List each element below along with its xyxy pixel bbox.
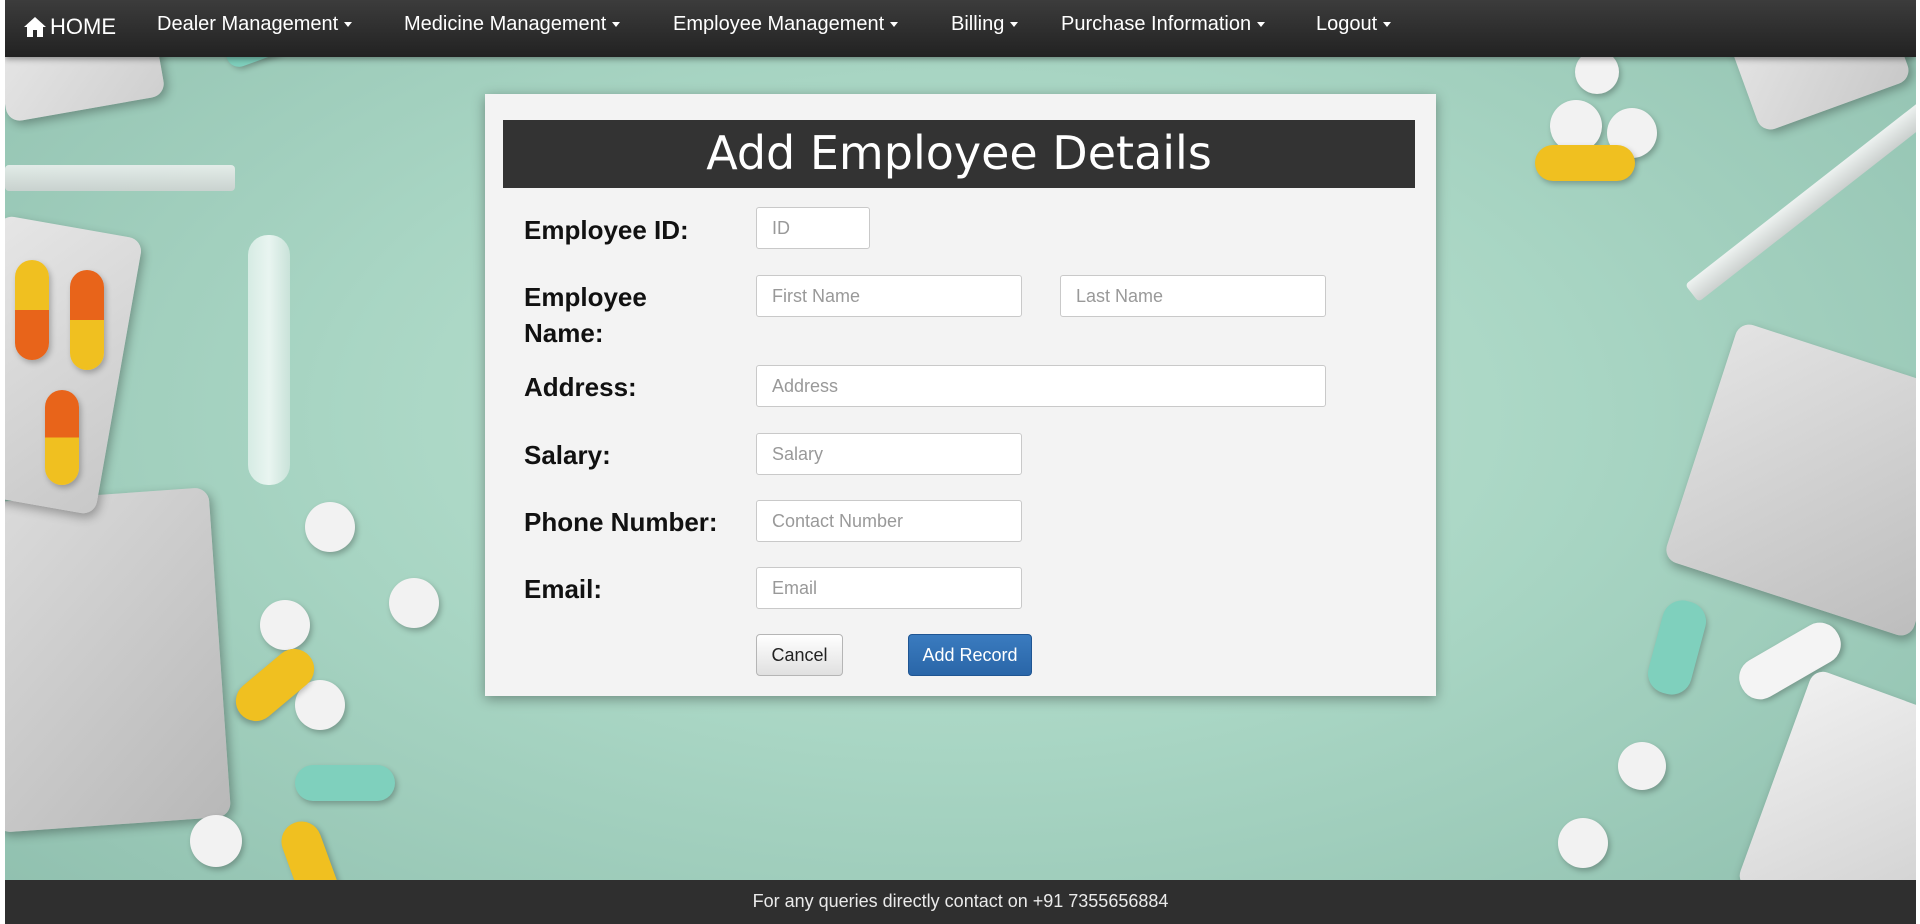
nav-logout[interactable]: Logout	[1316, 13, 1392, 36]
pill-image	[190, 815, 242, 867]
last-name-input[interactable]	[1060, 275, 1326, 317]
nav-medicine-management[interactable]: Medicine Management	[404, 13, 621, 36]
home-icon	[24, 17, 46, 37]
caret-down-icon	[1010, 22, 1019, 27]
blister-pack-image	[1662, 320, 1916, 640]
pill-image	[1558, 818, 1608, 868]
capsule-image	[45, 390, 79, 485]
nav-home-label: HOME	[50, 14, 116, 39]
ampoule-image	[248, 235, 290, 485]
employee-id-label: Employee ID:	[524, 215, 689, 245]
nav-purchase-information[interactable]: Purchase Information	[1061, 13, 1266, 36]
caret-down-icon	[890, 22, 899, 27]
nav-item-label: Dealer Management	[157, 13, 339, 35]
caret-down-icon	[1257, 22, 1266, 27]
phone-number-label: Phone Number:	[524, 507, 718, 537]
cancel-button[interactable]: Cancel	[756, 634, 843, 676]
footer-contact-text: For any queries directly contact on +91 …	[752, 891, 1169, 911]
salary-label: Salary:	[524, 440, 611, 470]
footer: For any queries directly contact on +91 …	[5, 880, 1916, 924]
add-employee-form: Add Employee Details Employee ID: Employ…	[485, 94, 1436, 696]
top-navbar: HOME Dealer Management Medicine Manageme…	[5, 0, 1916, 57]
pill-image	[260, 600, 310, 650]
capsule-image	[15, 260, 49, 360]
nav-item-label: Logout	[1316, 13, 1378, 35]
capsule-image	[1643, 595, 1711, 700]
capsule-image	[70, 270, 104, 370]
salary-input[interactable]	[756, 433, 1022, 475]
nav-billing[interactable]: Billing	[951, 13, 1019, 36]
capsule-image	[1535, 145, 1635, 181]
employee-name-label-line1: Employee	[524, 282, 647, 312]
pill-image	[305, 502, 355, 552]
caret-down-icon	[344, 22, 353, 27]
nav-employee-management[interactable]: Employee Management	[673, 13, 899, 36]
nav-item-label: Employee Management	[673, 13, 885, 35]
nav-item-label: Purchase Information	[1061, 13, 1252, 35]
page-frame: HOME Dealer Management Medicine Manageme…	[5, 0, 1916, 924]
address-label: Address:	[524, 372, 637, 402]
blister-pack-image	[5, 487, 232, 833]
employee-id-input[interactable]	[756, 207, 870, 249]
nav-item-label: Medicine Management	[404, 13, 607, 35]
nav-item-label: Billing	[951, 13, 1005, 35]
phone-number-input[interactable]	[756, 500, 1022, 542]
form-title: Add Employee Details	[503, 120, 1415, 188]
first-name-input[interactable]	[756, 275, 1022, 317]
add-record-button[interactable]: Add Record	[908, 634, 1032, 676]
pill-image	[1618, 742, 1666, 790]
capsule-image	[295, 765, 395, 801]
caret-down-icon	[1383, 22, 1392, 27]
caret-down-icon	[612, 22, 621, 27]
syringe-image	[5, 165, 235, 191]
email-input[interactable]	[756, 567, 1022, 609]
pill-image	[389, 578, 439, 628]
address-input[interactable]	[756, 365, 1326, 407]
employee-name-label-line2: Name:	[524, 318, 604, 348]
nav-home-link[interactable]: HOME	[23, 12, 116, 42]
syringe-image	[1685, 99, 1916, 303]
nav-dealer-management[interactable]: Dealer Management	[157, 13, 353, 36]
email-label: Email:	[524, 574, 603, 604]
